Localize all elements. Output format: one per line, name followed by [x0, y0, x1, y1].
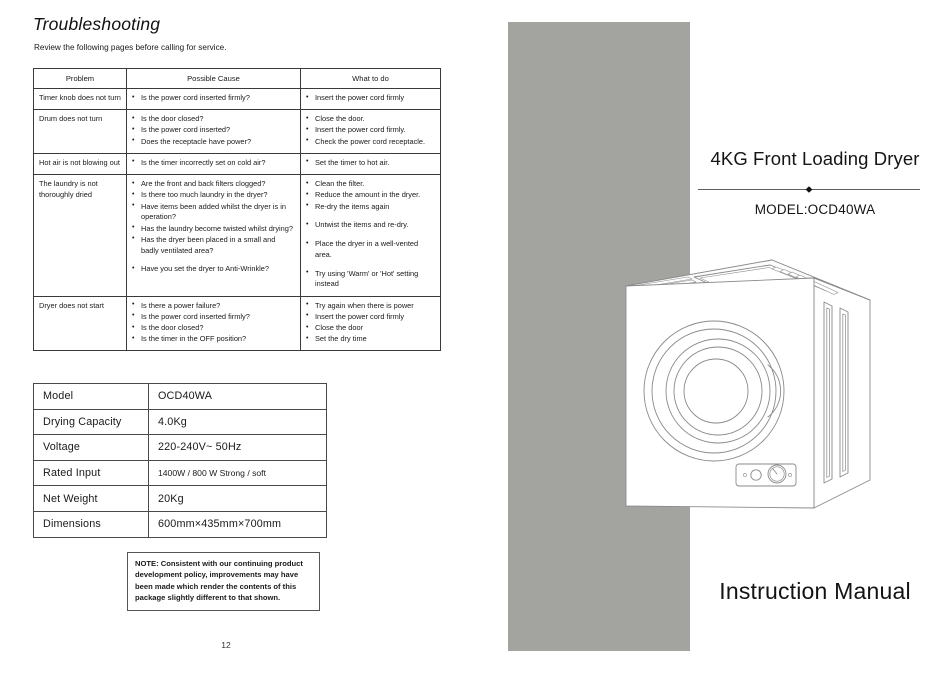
list-item: Is the timer in the OFF position?	[132, 334, 295, 345]
cell-problem: Drum does not turn	[33, 109, 127, 154]
list-item: Is the power cord inserted firmly?	[132, 311, 295, 323]
cell-actions: Close the door. Insert the power cord fi…	[300, 109, 441, 154]
list-item: Has the laundry become twisted whilst dr…	[132, 223, 295, 235]
list-item: Have items been added whilst the dryer i…	[132, 201, 295, 223]
cell-actions: Insert the power cord firmly	[300, 87, 441, 111]
column-header-what-to-do: What to do	[300, 68, 441, 89]
list-item: Close the door.	[306, 114, 435, 125]
list-item: Set the dry time	[306, 334, 435, 345]
right-page-cover: 4KG Front Loading Dryer MODEL:OCD40WA In…	[490, 0, 950, 674]
spec-value: 600mm×435mm×700mm	[148, 510, 327, 538]
list-item: Is there too much laundry in the dryer?	[132, 190, 295, 201]
page-subtitle: Review the following pages before callin…	[34, 43, 227, 52]
cell-causes: Are the front and back filters clogged? …	[126, 174, 301, 297]
list-item: Check the power cord receptacle.	[306, 136, 435, 148]
note-box: NOTE: Consistent with our continuing pro…	[127, 552, 320, 611]
list-item: Place the dryer in a well-vented area.	[306, 239, 435, 260]
cover-title: 4KG Front Loading Dryer	[710, 148, 920, 169]
cell-causes: Is the timer incorrectly set on cold air…	[126, 152, 301, 176]
table-row: Drum does not turn Is the door closed? I…	[33, 109, 441, 154]
spec-value: OCD40WA	[148, 383, 327, 410]
spec-row-drying-capacity: Drying Capacity 4.0Kg	[33, 408, 327, 436]
cell-problem: Timer knob does not turn	[33, 87, 127, 111]
troubleshooting-table: Problem Possible Cause What to do Timer …	[33, 68, 441, 352]
spec-label: Dimensions	[33, 510, 149, 538]
manual-page-spread: Troubleshooting Review the following pag…	[0, 0, 950, 674]
cell-causes: Is the power cord inserted firmly?	[126, 87, 301, 111]
list-item: Are the front and back filters clogged?	[132, 179, 295, 190]
cover-divider-rule	[698, 186, 920, 193]
list-item: Insert the power cord firmly	[306, 311, 435, 323]
spec-row-dimensions: Dimensions 600mm×435mm×700mm	[33, 510, 327, 538]
spec-value: 4.0Kg	[148, 408, 327, 436]
list-item: Clean the filter.	[306, 179, 435, 190]
list-item: Is the timer incorrectly set on cold air…	[132, 157, 295, 169]
table-row: Hot air is not blowing out Is the timer …	[33, 152, 441, 176]
spec-row-net-weight: Net Weight 20Kg	[33, 485, 327, 512]
spec-label: Voltage	[33, 434, 149, 461]
list-item: Set the timer to hot air.	[306, 157, 435, 169]
spec-label: Drying Capacity	[33, 408, 149, 436]
cell-actions: Set the timer to hot air.	[300, 152, 441, 176]
page-number: 12	[221, 640, 231, 650]
cell-actions: Clean the filter. Reduce the amount in t…	[300, 174, 441, 297]
spec-value: 1400W / 800 W Strong / soft	[148, 459, 327, 487]
spec-value: 220-240V~ 50Hz	[148, 434, 327, 461]
list-item: Is there a power failure?	[132, 300, 295, 312]
list-item: Is the power cord inserted firmly?	[132, 93, 295, 104]
spec-label: Net Weight	[33, 485, 149, 512]
cell-problem: Dryer does not start	[33, 295, 127, 352]
list-item: Reduce the amount in the dryer.	[306, 190, 435, 201]
cell-actions: Try again when there is power Insert the…	[300, 295, 441, 352]
list-item: Is the door closed?	[132, 323, 295, 334]
list-item: Try using 'Warm' or 'Hot' setting instea…	[306, 268, 435, 290]
list-item: Re-dry the items again	[306, 201, 435, 213]
list-item: Is the door closed?	[132, 114, 295, 125]
cell-problem: The laundry is not thoroughly dried	[33, 174, 127, 297]
list-item: Close the door	[306, 323, 435, 334]
cell-causes: Is the door closed? Is the power cord in…	[126, 109, 301, 154]
table-row: Timer knob does not turn Is the power co…	[33, 87, 441, 111]
page-title: Troubleshooting	[33, 14, 161, 34]
cell-problem: Hot air is not blowing out	[33, 152, 127, 176]
list-item: Try again when there is power	[306, 300, 435, 312]
cell-causes: Is there a power failure? Is the power c…	[126, 295, 301, 352]
spec-row-rated-input: Rated Input 1400W / 800 W Strong / soft	[33, 459, 327, 487]
spec-label: Rated Input	[33, 459, 149, 487]
spec-row-model: Model OCD40WA	[33, 383, 327, 410]
list-item: Does the receptacle have power?	[132, 136, 295, 148]
left-page: Troubleshooting Review the following pag…	[0, 0, 490, 674]
column-header-problem: Problem	[33, 68, 127, 89]
spec-row-voltage: Voltage 220-240V~ 50Hz	[33, 434, 327, 461]
list-item: Has the dryer been placed in a small and…	[132, 234, 295, 256]
list-item: Insert the power cord firmly	[306, 93, 435, 104]
table-row: Dryer does not start Is there a power fa…	[33, 295, 441, 352]
spec-label: Model	[33, 383, 149, 410]
list-item: Have you set the dryer to Anti-Wrinkle?	[132, 264, 295, 275]
cover-model-number: MODEL:OCD40WA	[754, 202, 876, 217]
column-header-possible-cause: Possible Cause	[126, 68, 301, 89]
table-row: The laundry is not thoroughly dried Are …	[33, 174, 441, 297]
table-header-row: Problem Possible Cause What to do	[33, 68, 441, 89]
cover-footer-title: Instruction Manual	[719, 578, 911, 604]
list-item: Untwist the items and re-dry.	[306, 220, 435, 231]
dryer-illustration	[625, 259, 871, 509]
specifications-table: Model OCD40WA Drying Capacity 4.0Kg Volt…	[33, 383, 327, 538]
list-item: Insert the power cord firmly.	[306, 125, 435, 136]
spec-value: 20Kg	[148, 485, 327, 512]
list-item: Is the power cord inserted?	[132, 125, 295, 136]
